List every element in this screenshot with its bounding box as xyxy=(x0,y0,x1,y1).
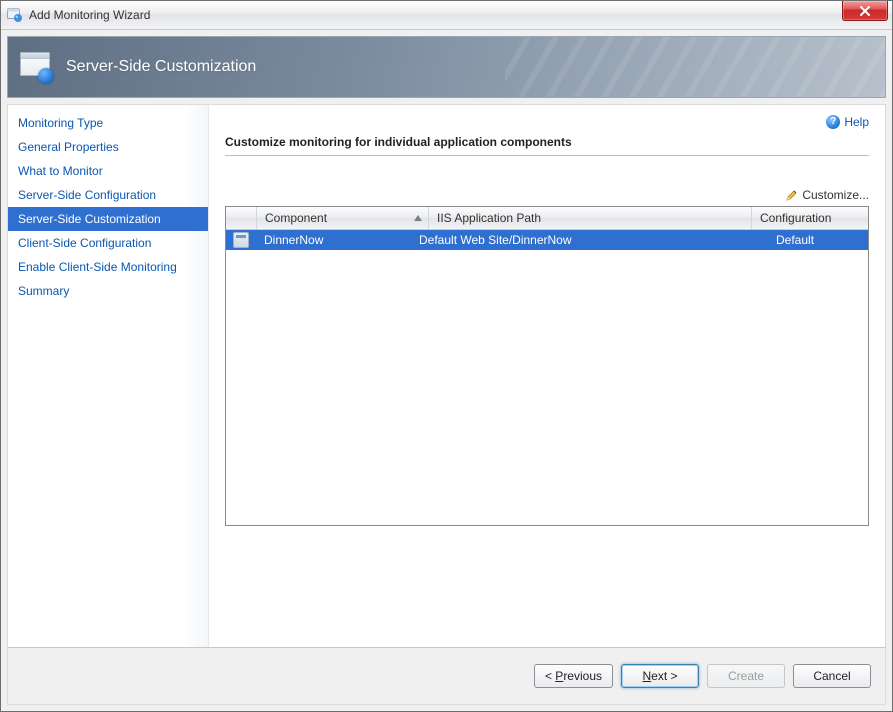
banner-icon xyxy=(20,50,54,84)
footer-buttons: < Previous Next > Create Cancel xyxy=(7,647,886,705)
app-icon xyxy=(7,7,23,23)
grid-header: Component IIS Application Path Configura… xyxy=(226,207,868,230)
close-button[interactable] xyxy=(842,1,888,21)
wizard-steps-sidebar: Monitoring Type General Properties What … xyxy=(8,105,209,647)
sort-ascending-icon xyxy=(414,215,422,221)
step-client-side-configuration[interactable]: Client-Side Configuration xyxy=(8,231,208,255)
banner: Server-Side Customization xyxy=(7,36,886,98)
step-monitoring-type[interactable]: Monitoring Type xyxy=(8,111,208,135)
step-general-properties[interactable]: General Properties xyxy=(8,135,208,159)
column-iis-path-label: IIS Application Path xyxy=(437,211,541,225)
help-link[interactable]: ? Help xyxy=(826,115,869,129)
step-server-side-configuration[interactable]: Server-Side Configuration xyxy=(8,183,208,207)
column-configuration[interactable]: Configuration xyxy=(752,207,868,229)
column-configuration-label: Configuration xyxy=(760,211,831,225)
cell-component: DinnerNow xyxy=(256,233,411,247)
help-icon: ? xyxy=(826,115,840,129)
step-server-side-customization[interactable]: Server-Side Customization xyxy=(8,207,208,231)
components-grid: Component IIS Application Path Configura… xyxy=(225,206,869,526)
webapp-icon xyxy=(233,232,249,248)
window-title: Add Monitoring Wizard xyxy=(29,8,150,22)
create-button: Create xyxy=(707,664,785,688)
previous-button[interactable]: < Previous xyxy=(534,664,613,688)
cell-configuration: Default xyxy=(768,233,868,247)
column-component-label: Component xyxy=(265,211,327,225)
titlebar: Add Monitoring Wizard xyxy=(1,1,892,30)
next-button[interactable]: Next > xyxy=(621,664,699,688)
body: Monitoring Type General Properties What … xyxy=(7,104,886,647)
step-enable-client-side-monitoring[interactable]: Enable Client-Side Monitoring xyxy=(8,255,208,279)
banner-title: Server-Side Customization xyxy=(66,58,256,76)
table-row[interactable]: DinnerNow Default Web Site/DinnerNow Def… xyxy=(226,230,868,250)
cancel-button[interactable]: Cancel xyxy=(793,664,871,688)
help-label: Help xyxy=(844,115,869,129)
column-iis-path[interactable]: IIS Application Path xyxy=(429,207,752,229)
wizard-window: Add Monitoring Wizard Server-Side Custom… xyxy=(0,0,893,712)
customize-label: Customize... xyxy=(802,188,869,202)
step-summary[interactable]: Summary xyxy=(8,279,208,303)
pencil-icon xyxy=(786,189,798,201)
section-title: Customize monitoring for individual appl… xyxy=(225,131,869,156)
column-component[interactable]: Component xyxy=(257,207,429,229)
column-icon[interactable] xyxy=(226,207,257,229)
customize-button[interactable]: Customize... xyxy=(786,188,869,202)
content-area: ? Help Customize monitoring for individu… xyxy=(209,105,885,647)
cell-path: Default Web Site/DinnerNow xyxy=(411,233,768,247)
step-what-to-monitor[interactable]: What to Monitor xyxy=(8,159,208,183)
